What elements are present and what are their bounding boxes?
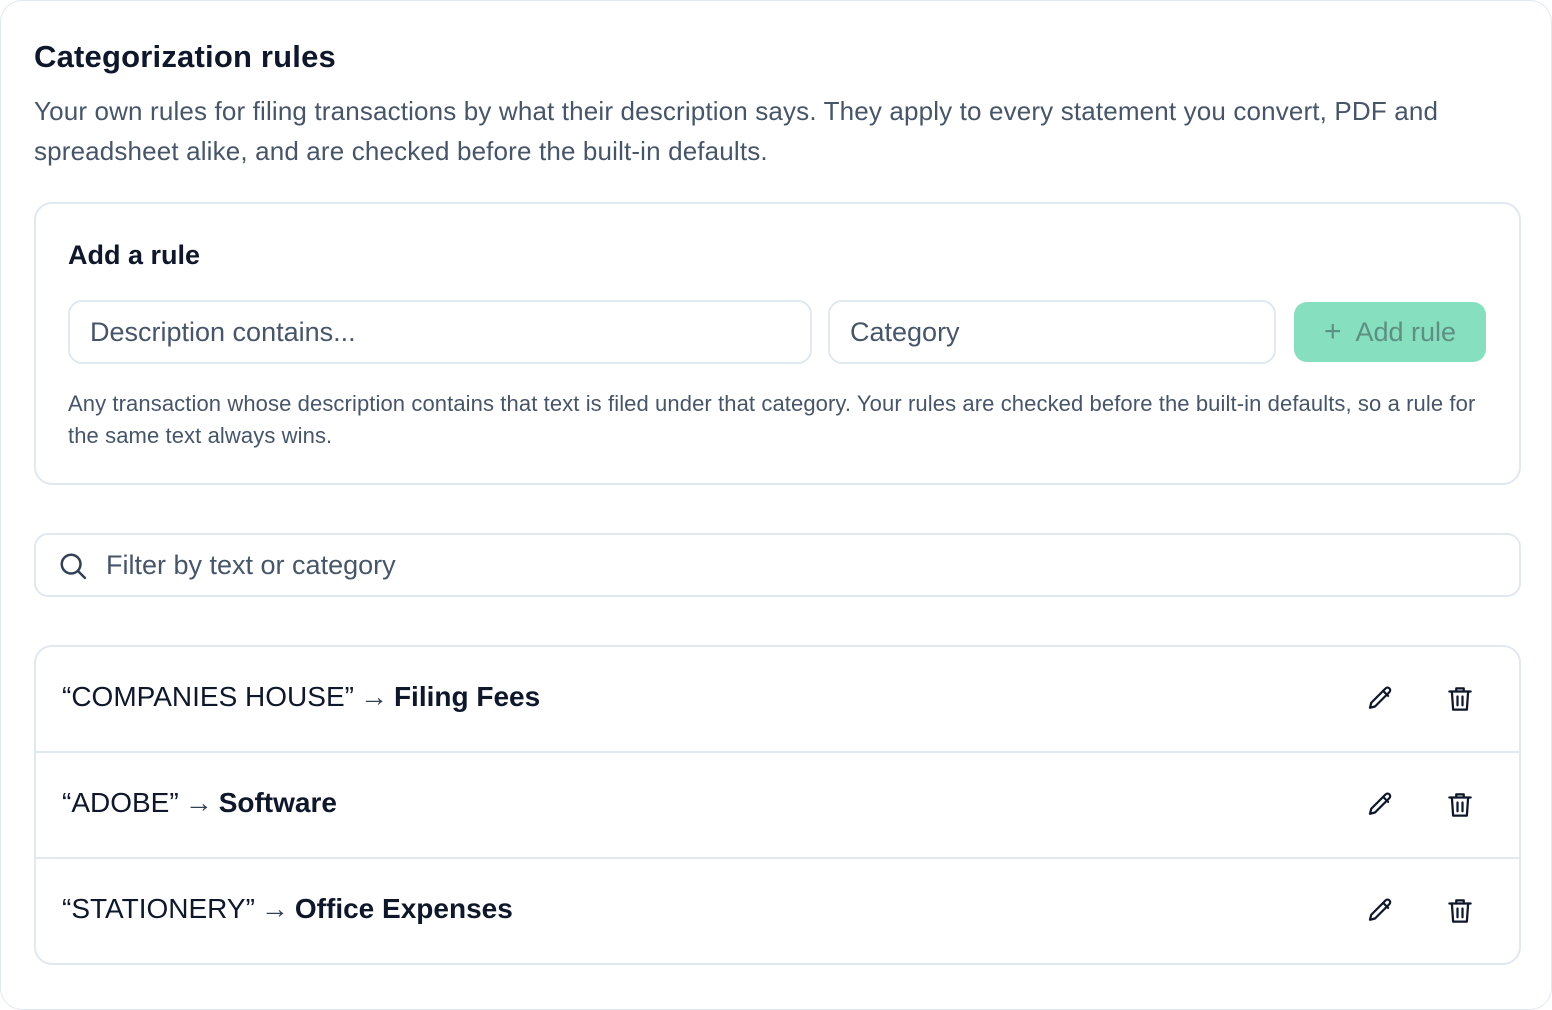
trash-icon bbox=[1448, 899, 1472, 923]
rule-match-text: “STATIONERY” bbox=[62, 893, 255, 924]
edit-rule-button[interactable] bbox=[1362, 681, 1398, 717]
plus-icon: + bbox=[1323, 315, 1342, 348]
rule-row: “ADOBE” → Software bbox=[36, 753, 1519, 859]
category-input[interactable] bbox=[828, 300, 1276, 364]
rule-text: “STATIONERY” → Office Expenses bbox=[62, 893, 513, 925]
add-rule-button-label: Add rule bbox=[1355, 316, 1457, 347]
rule-arrow: → bbox=[359, 681, 388, 712]
rule-category: Software bbox=[218, 787, 337, 818]
pencil-icon bbox=[1368, 686, 1392, 709]
add-rule-hint: Any transaction whose description contai… bbox=[68, 391, 1476, 448]
rule-text: “ADOBE” → Software bbox=[62, 787, 337, 819]
pencil-icon bbox=[1368, 898, 1392, 921]
delete-rule-button[interactable] bbox=[1442, 681, 1478, 717]
rule-match-text: “COMPANIES HOUSE” bbox=[62, 681, 354, 712]
rule-arrow: → bbox=[184, 787, 213, 818]
trash-icon bbox=[1448, 687, 1472, 711]
edit-rule-button[interactable] bbox=[1362, 787, 1398, 823]
rules-list: “COMPANIES HOUSE” → Filing Fees “ADOBE” … bbox=[34, 645, 1521, 965]
description-contains-input[interactable] bbox=[68, 300, 812, 364]
delete-rule-button[interactable] bbox=[1442, 787, 1478, 823]
rule-match-text: “ADOBE” bbox=[62, 787, 179, 818]
rule-row: “COMPANIES HOUSE” → Filing Fees bbox=[36, 647, 1519, 753]
add-rule-button[interactable]: + Add rule bbox=[1294, 302, 1486, 362]
rule-arrow: → bbox=[260, 893, 289, 924]
delete-rule-button[interactable] bbox=[1442, 893, 1478, 929]
page-title: Categorization rules bbox=[34, 39, 336, 74]
rule-text: “COMPANIES HOUSE” → Filing Fees bbox=[62, 681, 540, 713]
add-rule-panel: Add a rule + Add rule Any transaction wh… bbox=[34, 202, 1521, 485]
filter-box bbox=[34, 533, 1521, 597]
categorization-rules-card: Categorization rules Your own rules for … bbox=[0, 0, 1552, 1010]
pencil-icon bbox=[1368, 792, 1392, 815]
page-subtitle: Your own rules for filing transactions b… bbox=[34, 96, 1439, 166]
rule-category: Filing Fees bbox=[393, 681, 541, 712]
rule-category: Office Expenses bbox=[294, 893, 513, 924]
add-rule-title: Add a rule bbox=[68, 240, 201, 270]
search-icon bbox=[60, 553, 87, 580]
edit-rule-button[interactable] bbox=[1362, 893, 1398, 929]
rule-row: “STATIONERY” → Office Expenses bbox=[36, 859, 1519, 963]
trash-icon bbox=[1448, 793, 1472, 817]
filter-input[interactable] bbox=[106, 539, 1496, 591]
